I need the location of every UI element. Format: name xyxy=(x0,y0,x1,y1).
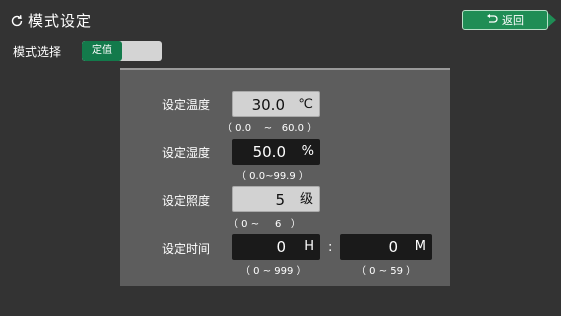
screen: 模式设定 返回 模式选择 定值 设定温度 30.0 ℃ （ 0.0 ~ 60.0… xyxy=(0,0,561,316)
temperature-label: 设定温度 xyxy=(162,98,211,112)
time-hours-unit: H xyxy=(304,239,314,254)
mode-selected: 定值 xyxy=(82,41,122,61)
time-hours-range: （ 0 ~ 999 ） xyxy=(240,266,307,277)
humidity-unit: % xyxy=(301,144,314,159)
time-label: 设定时间 xyxy=(162,242,211,256)
time-hours-value: 0 xyxy=(276,238,286,256)
time-minutes-value: 0 xyxy=(388,238,398,256)
illumination-value: 5 xyxy=(275,191,285,209)
time-separator: : xyxy=(328,240,333,255)
humidity-label: 设定湿度 xyxy=(162,146,211,160)
humidity-range: （ 0.0~99.9 ） xyxy=(236,171,309,182)
illumination-range: （ 0 ~ 6 ） xyxy=(228,219,301,230)
mode-label: 模式选择 xyxy=(13,45,62,59)
refresh-icon xyxy=(10,14,24,28)
settings-panel: 设定温度 30.0 ℃ （ 0.0 ~ 60.0 ） 设定湿度 50.0 % （… xyxy=(120,68,450,286)
back-button-label: 返回 xyxy=(502,14,524,27)
illumination-label: 设定照度 xyxy=(162,194,211,208)
illumination-input[interactable]: 5 级 xyxy=(232,186,320,212)
illumination-unit: 级 xyxy=(299,192,313,207)
time-minutes-unit: M xyxy=(414,239,426,254)
time-minutes-range: （ 0 ~ 59 ） xyxy=(356,266,417,277)
back-button-tip xyxy=(548,13,556,27)
humidity-value: 50.0 xyxy=(252,143,286,161)
time-minutes-input[interactable]: 0 M xyxy=(340,234,432,260)
temperature-range: （ 0.0 ~ 60.0 ） xyxy=(222,123,318,134)
humidity-input[interactable]: 50.0 % xyxy=(232,139,320,165)
temperature-value: 30.0 xyxy=(251,96,285,114)
back-button[interactable]: 返回 xyxy=(462,10,556,30)
mode-toggle[interactable]: 定值 xyxy=(82,41,162,61)
temperature-input[interactable]: 30.0 ℃ xyxy=(232,91,320,117)
header: 模式设定 xyxy=(10,10,92,31)
time-hours-input[interactable]: 0 H xyxy=(232,234,320,260)
page-title: 模式设定 xyxy=(28,12,93,30)
return-arrow-icon xyxy=(486,13,498,27)
temperature-unit: ℃ xyxy=(298,97,313,112)
